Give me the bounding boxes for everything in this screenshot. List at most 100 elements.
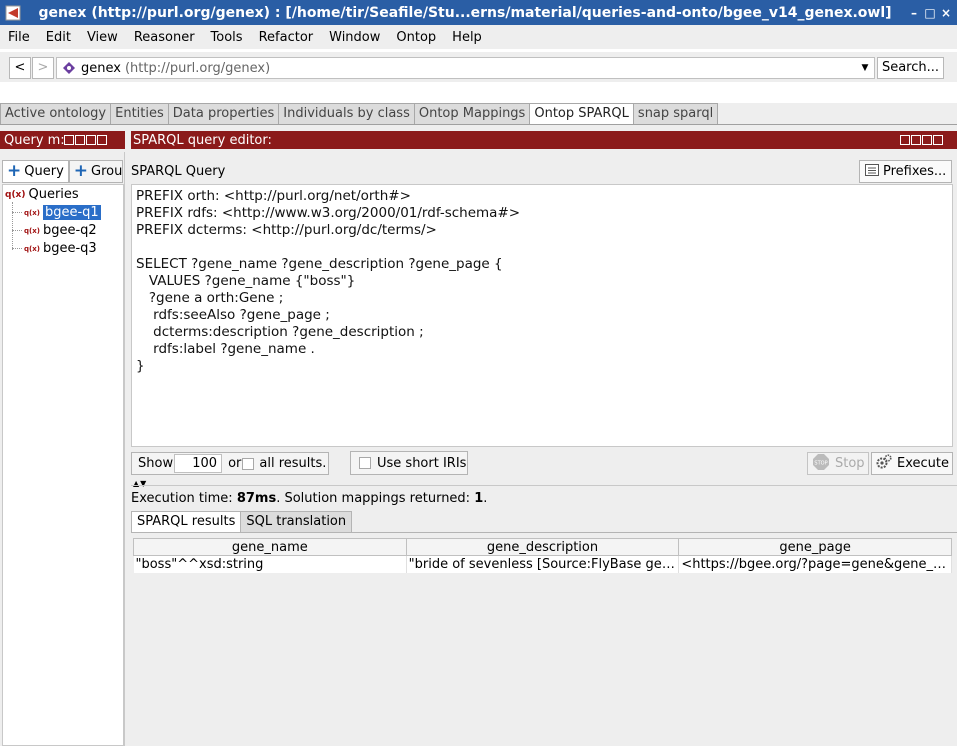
view-float-icon[interactable] [86, 135, 96, 145]
view-controls [64, 135, 107, 145]
execution-time: 87ms [236, 491, 277, 506]
view-close-icon[interactable] [933, 135, 943, 145]
tree-connector [12, 230, 22, 231]
query-icon: q(x) [24, 226, 40, 235]
query-manager-tabs: + Query + Grou [2, 160, 123, 183]
query-tree: q(x) Queries q(x) bgee-q1 q(x) bgee-q2 q… [2, 184, 124, 746]
query-icon: q(x) [24, 208, 40, 217]
result-limit-input[interactable] [174, 454, 223, 473]
splitter-arrows-icon[interactable]: ▲▼ [133, 479, 147, 488]
execute-button[interactable]: Execute [871, 452, 953, 475]
solution-count: 1 [474, 491, 484, 506]
maximize-button[interactable]: □ [923, 6, 937, 20]
view-close-icon[interactable] [97, 135, 107, 145]
query-manager-title: Query m: [4, 132, 64, 148]
tab-active-ontology[interactable]: Active ontology [0, 103, 112, 124]
menu-refactor[interactable]: Refactor [251, 30, 322, 45]
menu-file[interactable]: File [0, 30, 38, 45]
add-group-button[interactable]: + Grou [68, 160, 123, 183]
menu-ontop[interactable]: Ontop [388, 30, 444, 45]
query-group-icon: q(x) [5, 189, 26, 200]
show-label: Show [138, 456, 174, 471]
result-limit-box: Show or all results. [131, 452, 329, 475]
chevron-down-icon[interactable]: ▼ [858, 60, 872, 76]
query-manager-header: Query m: [0, 131, 125, 149]
add-query-label: Query [24, 164, 64, 179]
workspace-tabs: Active ontology Entities Data properties… [0, 103, 957, 125]
minimize-button[interactable]: – [907, 6, 921, 20]
view-minimize-icon[interactable] [75, 135, 85, 145]
tree-connector [12, 212, 22, 213]
stop-label: Stop [835, 456, 865, 471]
view-float-icon[interactable] [922, 135, 932, 145]
menu-view[interactable]: View [79, 30, 126, 45]
search-button[interactable]: Search... [877, 57, 944, 79]
tab-data-properties[interactable]: Data properties [167, 103, 280, 124]
query-icon: q(x) [24, 244, 40, 253]
view-split-icon[interactable] [900, 135, 910, 145]
tree-item-label: bgee-q1 [42, 205, 101, 220]
tree-item-bgee-q2[interactable]: q(x) bgee-q2 [24, 223, 97, 238]
window-title: genex (http://purl.org/genex) : [/home/t… [38, 4, 892, 21]
stop-icon-text: STOP [814, 460, 827, 466]
status-middle: . Solution mappings returned: [276, 491, 475, 506]
close-button[interactable]: × [939, 6, 953, 20]
status-suffix: . [483, 491, 488, 506]
protege-app-icon [3, 3, 23, 23]
back-button[interactable]: < [9, 57, 31, 79]
table-cell[interactable]: "bride of sevenless [Source:FlyBase gen.… [406, 555, 680, 573]
results-table: gene_name gene_description gene_page "bo… [133, 538, 952, 573]
ontology-name: genex [81, 60, 121, 76]
column-header-gene-page[interactable]: gene_page [678, 538, 952, 556]
tab-ontop-sparql[interactable]: Ontop SPARQL [529, 103, 634, 124]
active-ontology-selector[interactable]: genex (http://purl.org/genex) ▼ [56, 57, 875, 79]
table-cell[interactable]: <https://bgee.org/?page=gene&gene_id... [678, 555, 952, 573]
menu-help[interactable]: Help [444, 30, 490, 45]
forward-button[interactable]: > [32, 57, 54, 79]
all-results-checkbox[interactable] [242, 457, 255, 470]
tab-sparql-results[interactable]: SPARQL results [131, 511, 242, 532]
stop-button[interactable]: STOP Stop [807, 452, 869, 475]
ontology-nav-bar: < > genex (http://purl.org/genex) ▼ Sear… [0, 52, 957, 82]
tree-connector [12, 248, 22, 249]
sparql-editor-header: SPARQL query editor: [131, 131, 957, 149]
view-split-icon[interactable] [64, 135, 74, 145]
menu-tools[interactable]: Tools [203, 30, 251, 45]
menu-reasoner[interactable]: Reasoner [126, 30, 203, 45]
all-results-label: all results. [259, 456, 327, 471]
tab-snap-sparql[interactable]: snap sparql [632, 103, 719, 124]
column-header-gene-description[interactable]: gene_description [405, 538, 680, 556]
tree-root-queries[interactable]: q(x) Queries [5, 187, 79, 202]
tree-item-bgee-q1[interactable]: q(x) bgee-q1 [24, 205, 101, 220]
tab-ontop-mappings[interactable]: Ontop Mappings [413, 103, 531, 124]
tab-individuals-by-class[interactable]: Individuals by class [278, 103, 415, 124]
menu-window[interactable]: Window [321, 30, 388, 45]
column-header-gene-name[interactable]: gene_name [133, 538, 407, 556]
tree-item-label: bgee-q2 [42, 223, 97, 238]
gears-icon [876, 453, 892, 474]
plus-icon: + [7, 161, 22, 181]
menu-bar: File Edit View Reasoner Tools Refactor W… [0, 25, 957, 49]
short-iris-toggle[interactable]: Use short IRIs [350, 451, 468, 475]
sparql-query-editor[interactable]: PREFIX orth: <http://purl.org/net/orth#>… [131, 184, 953, 447]
table-cell[interactable]: "boss"^^xsd:string [133, 555, 407, 573]
status-prefix: Execution time: [131, 491, 237, 506]
add-query-button[interactable]: + Query [2, 160, 69, 183]
sparql-editor-title: SPARQL query editor: [133, 132, 272, 148]
tab-entities[interactable]: Entities [110, 103, 169, 124]
table-row[interactable]: "boss"^^xsd:string "bride of sevenless [… [133, 555, 952, 573]
view-controls [900, 135, 943, 145]
view-minimize-icon[interactable] [911, 135, 921, 145]
plus-icon: + [73, 161, 89, 181]
prefixes-button[interactable]: Prefixes... [859, 160, 952, 183]
tree-item-label: bgee-q3 [42, 241, 97, 256]
tree-connector [12, 202, 13, 250]
ontology-diamond-icon [60, 62, 78, 74]
tree-item-bgee-q3[interactable]: q(x) bgee-q3 [24, 241, 97, 256]
execute-label: Execute [897, 456, 949, 471]
add-group-label: Grou [91, 164, 123, 179]
menu-edit[interactable]: Edit [38, 30, 79, 45]
tab-sql-translation[interactable]: SQL translation [240, 511, 353, 532]
window-titlebar: genex (http://purl.org/genex) : [/home/t… [0, 0, 957, 25]
short-iris-checkbox[interactable] [359, 457, 371, 469]
